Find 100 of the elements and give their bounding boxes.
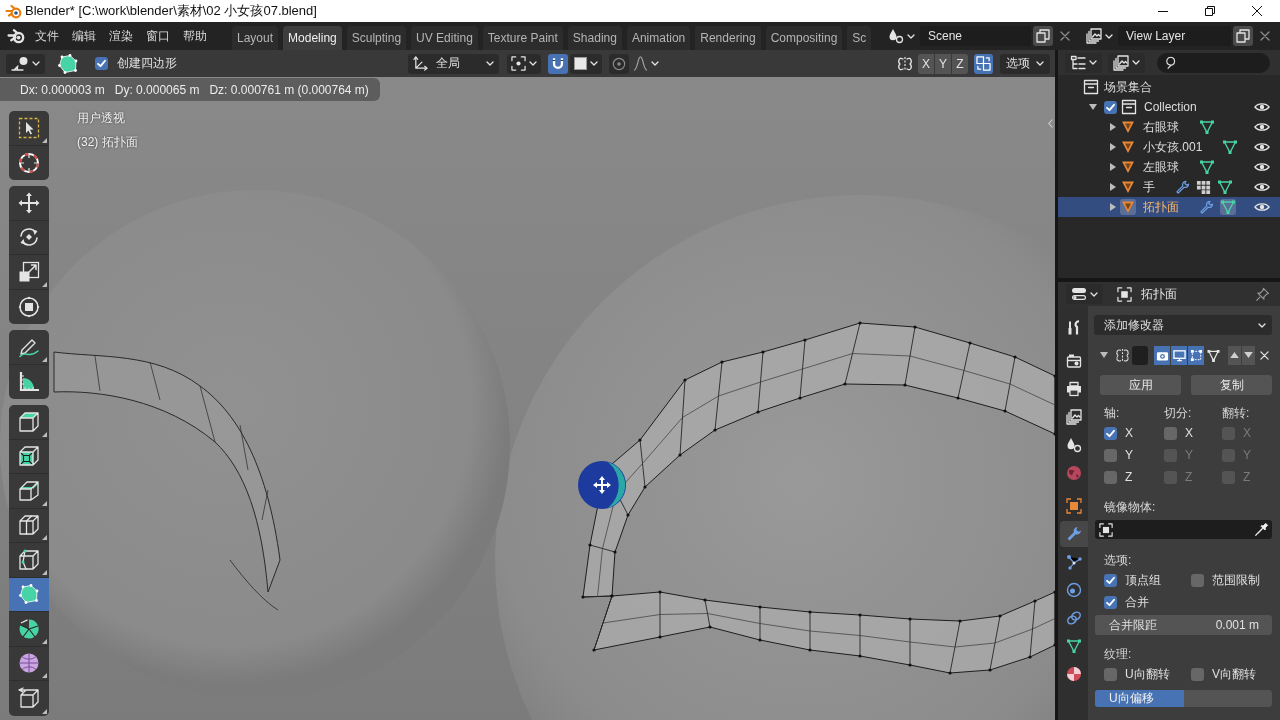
workspace-tab[interactable]: Compositing [765, 26, 843, 50]
workspace-tab[interactable]: Animation [626, 26, 691, 50]
mirror-modifier-icon [1115, 347, 1130, 363]
modifier-action-button[interactable]: 应用 [1100, 375, 1181, 395]
tool-button[interactable] [9, 330, 49, 365]
display-mode-dropdown[interactable] [1065, 52, 1102, 73]
eyedropper-icon[interactable] [1254, 522, 1269, 537]
menu-item[interactable]: 帮助 [176, 25, 213, 47]
eye-icon[interactable] [1254, 142, 1270, 152]
merge-limit-field[interactable]: 合并限距 0.001 m [1095, 615, 1272, 635]
pivot-icon [511, 56, 526, 71]
tool-button[interactable] [9, 145, 49, 180]
disclosure-triangle-icon[interactable] [1110, 183, 1116, 191]
menu-item[interactable]: 编辑 [65, 25, 102, 47]
new-scene-button[interactable] [1033, 26, 1053, 46]
workspace-tab[interactable]: Sc [847, 26, 872, 50]
menu-item[interactable]: 窗口 [139, 25, 176, 47]
workspace-tab[interactable]: Shading [567, 26, 622, 50]
tool-button[interactable] [9, 646, 49, 681]
checkbox[interactable] [1191, 573, 1204, 587]
outliner-row[interactable]: 手 [1058, 177, 1280, 197]
pivot-dropdown[interactable] [507, 53, 541, 74]
new-view-layer-button[interactable] [1233, 26, 1253, 46]
disclosure-triangle-icon[interactable] [1110, 203, 1116, 211]
checkbox[interactable] [1104, 573, 1117, 587]
tool-button[interactable] [9, 405, 49, 440]
close-icon[interactable] [1260, 350, 1269, 360]
checkbox[interactable] [1104, 448, 1117, 462]
disclosure-triangle-icon[interactable] [1100, 352, 1108, 358]
workspace-tab[interactable]: Sculpting [346, 26, 407, 50]
checkbox[interactable] [1104, 595, 1117, 609]
tool-button[interactable] [9, 612, 49, 647]
axis-toggle[interactable]: X [918, 53, 934, 74]
options-dropdown[interactable]: 选项 [1000, 53, 1050, 74]
disclosure-triangle-icon[interactable] [1110, 143, 1116, 151]
outliner-row[interactable]: 小女孩.001 [1058, 137, 1280, 157]
menu-item[interactable]: 渲染 [102, 25, 139, 47]
tool-button[interactable] [9, 577, 49, 612]
axis-toggle[interactable]: Y [935, 53, 951, 74]
workspace-tab[interactable]: Modeling [283, 26, 342, 50]
tool-button[interactable] [9, 186, 49, 221]
outliner-row[interactable]: 场景集合 [1058, 77, 1280, 97]
search-field[interactable] [1157, 52, 1270, 73]
tool-button[interactable] [9, 474, 49, 509]
object-field[interactable] [1095, 520, 1272, 539]
tool-button[interactable] [9, 289, 49, 324]
tool-button[interactable] [9, 439, 49, 474]
menu-item[interactable]: 文件 [28, 25, 65, 47]
tool-button[interactable] [9, 364, 49, 399]
outliner-row[interactable]: 右眼球 [1058, 117, 1280, 137]
move-up-button[interactable] [1228, 345, 1241, 365]
u-offset-slider[interactable]: U向偏移 [1095, 690, 1272, 707]
workspace-tab[interactable]: Rendering [695, 26, 761, 50]
checkbox[interactable] [1104, 470, 1117, 484]
workspace-tab[interactable]: Texture Paint [482, 26, 563, 50]
tool-button[interactable] [9, 111, 49, 146]
disclosure-triangle-icon[interactable] [1110, 123, 1116, 131]
outliner-row[interactable]: Collection [1058, 97, 1280, 117]
orientation-dropdown[interactable]: 全局 [408, 53, 499, 74]
editor-type-button[interactable] [1066, 284, 1103, 304]
eye-icon[interactable] [1254, 162, 1270, 172]
pin-icon[interactable] [1255, 286, 1270, 302]
checkbox[interactable] [1104, 426, 1117, 440]
checkbox[interactable] [95, 57, 108, 70]
move-down-button[interactable] [1242, 345, 1255, 365]
checkbox[interactable] [1104, 100, 1117, 114]
workspace-tab[interactable]: UV Editing [411, 26, 478, 50]
outliner-row[interactable]: 拓扑面 [1058, 197, 1280, 217]
checkbox[interactable] [1191, 667, 1204, 681]
scene-name-field[interactable]: Scene [920, 26, 1031, 46]
eye-icon[interactable] [1254, 122, 1270, 132]
view-layer-name-field[interactable]: View Layer [1118, 26, 1231, 46]
snap-toggle[interactable] [548, 53, 568, 74]
snap-target-dropdown[interactable] [570, 53, 602, 74]
tool-button[interactable] [9, 255, 49, 290]
filter-dropdown[interactable] [1108, 52, 1145, 73]
outliner-row[interactable]: 左眼球 [1058, 157, 1280, 177]
disclosure-triangle-icon[interactable] [1089, 104, 1097, 110]
tool-button[interactable] [9, 508, 49, 543]
eye-icon[interactable] [1254, 182, 1270, 192]
modifier-toggle[interactable] [1171, 345, 1187, 365]
modifier-toggle[interactable] [1154, 345, 1170, 365]
tool-button[interactable] [9, 681, 49, 716]
modifier-action-button[interactable]: 复制 [1191, 375, 1272, 395]
editor-type-button[interactable] [6, 53, 45, 74]
tool-button[interactable] [9, 220, 49, 255]
eye-icon[interactable] [1254, 202, 1270, 212]
axis-toggle[interactable]: Z [952, 53, 968, 74]
checkbox[interactable] [1164, 426, 1177, 440]
tool-button[interactable] [9, 543, 49, 578]
poly-build-icon[interactable] [57, 52, 79, 75]
disclosure-triangle-icon[interactable] [1110, 163, 1116, 171]
proportional-edit-toggle[interactable] [609, 53, 629, 74]
add-modifier-dropdown[interactable]: 添加修改器 [1094, 315, 1272, 335]
eye-icon[interactable] [1254, 102, 1270, 112]
auto-merge-toggle[interactable] [974, 53, 993, 74]
checkbox[interactable] [1104, 667, 1117, 681]
modifier-toggle[interactable] [1188, 345, 1204, 365]
workspace-tab[interactable]: Layout [232, 26, 279, 50]
modifier-name-field[interactable] [1132, 345, 1148, 365]
